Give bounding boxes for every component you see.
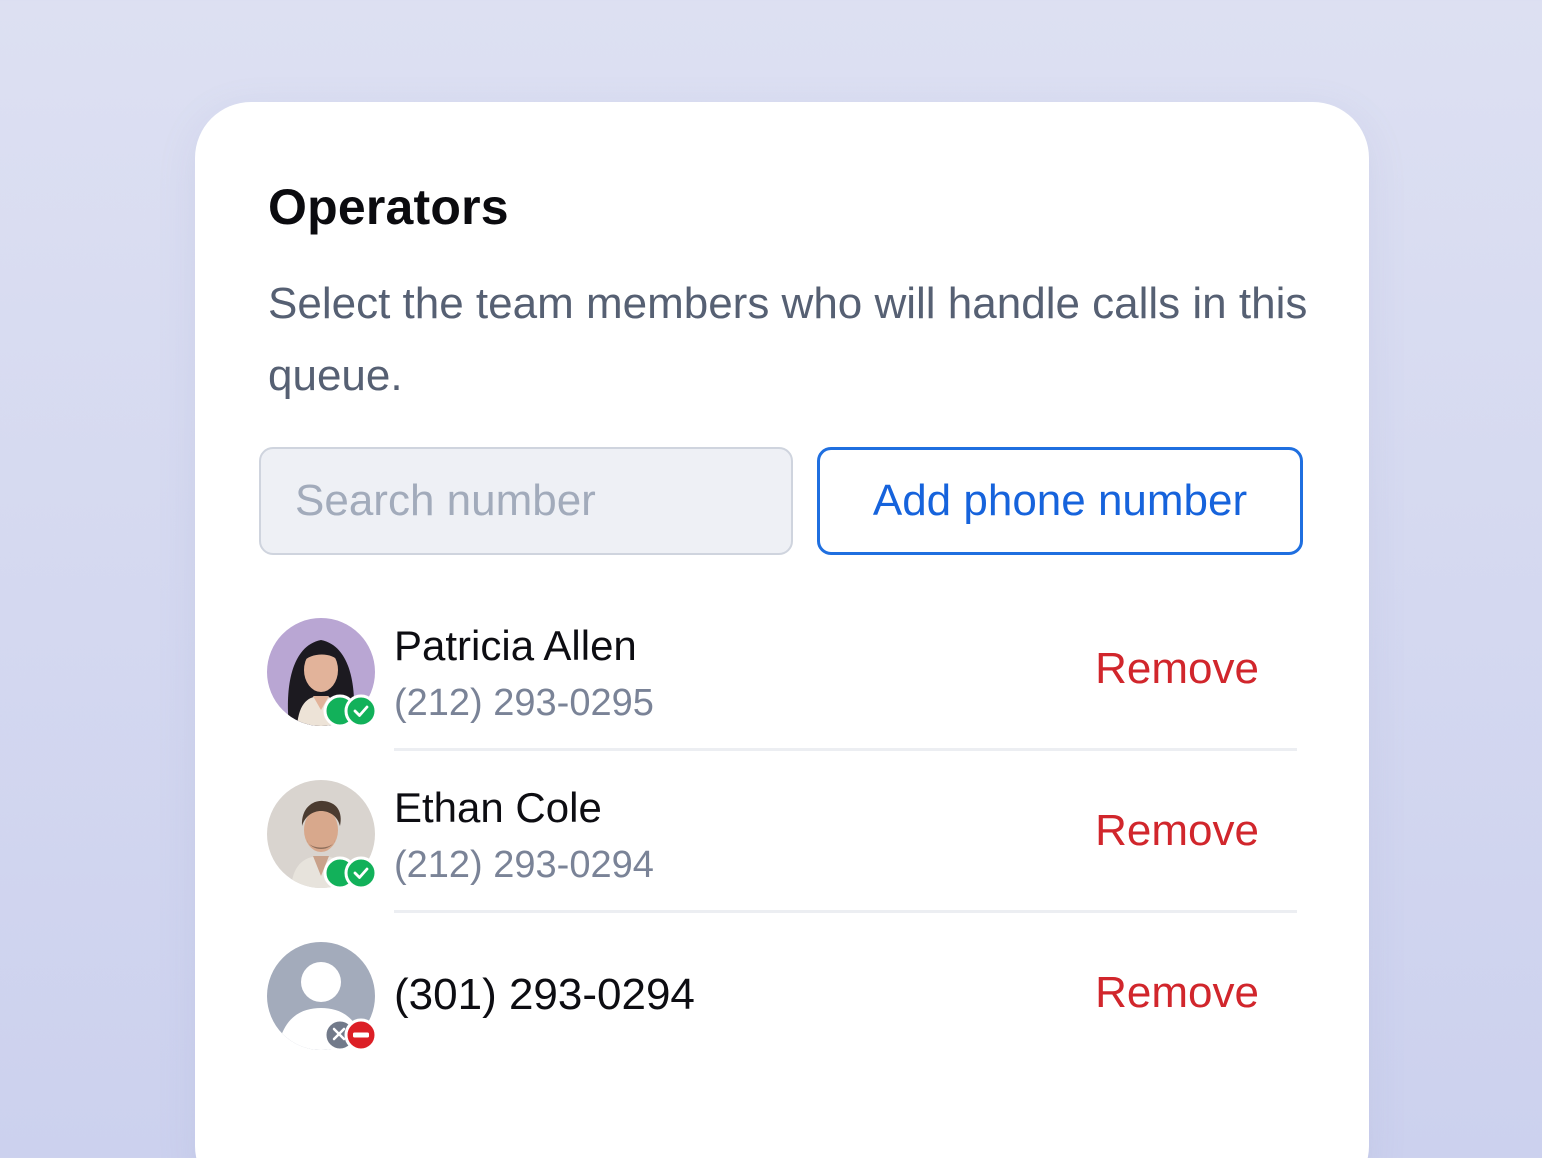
operator-row: Ethan Cole (212) 293-0294 Remove <box>267 780 1297 942</box>
search-input[interactable] <box>261 449 791 553</box>
operator-phone: (301) 293-0294 <box>394 970 695 1019</box>
remove-button[interactable]: Remove <box>1095 806 1259 856</box>
operator-phone: (212) 293-0295 <box>394 682 654 724</box>
operator-name: Patricia Allen <box>394 622 637 669</box>
operator-phone: (212) 293-0294 <box>394 844 654 886</box>
available-status-icon <box>323 856 378 890</box>
row-divider <box>394 748 1297 751</box>
operators-card: Operators Select the team members who wi… <box>195 102 1369 1158</box>
available-status-icon <box>323 694 378 728</box>
row-divider <box>394 910 1297 913</box>
panel-title: Operators <box>268 179 509 235</box>
operator-row: (301) 293-0294 Remove <box>267 942 1297 1104</box>
unavailable-status-icon <box>323 1018 378 1052</box>
remove-button[interactable]: Remove <box>1095 968 1259 1018</box>
panel-description: Select the team members who will handle … <box>268 279 1308 400</box>
search-combobox <box>259 447 793 555</box>
operator-name: Ethan Cole <box>394 784 602 831</box>
operator-row: Patricia Allen (212) 293-0295 Remove <box>267 618 1297 780</box>
add-phone-number-button[interactable]: Add phone number <box>817 447 1303 555</box>
remove-button[interactable]: Remove <box>1095 644 1259 694</box>
